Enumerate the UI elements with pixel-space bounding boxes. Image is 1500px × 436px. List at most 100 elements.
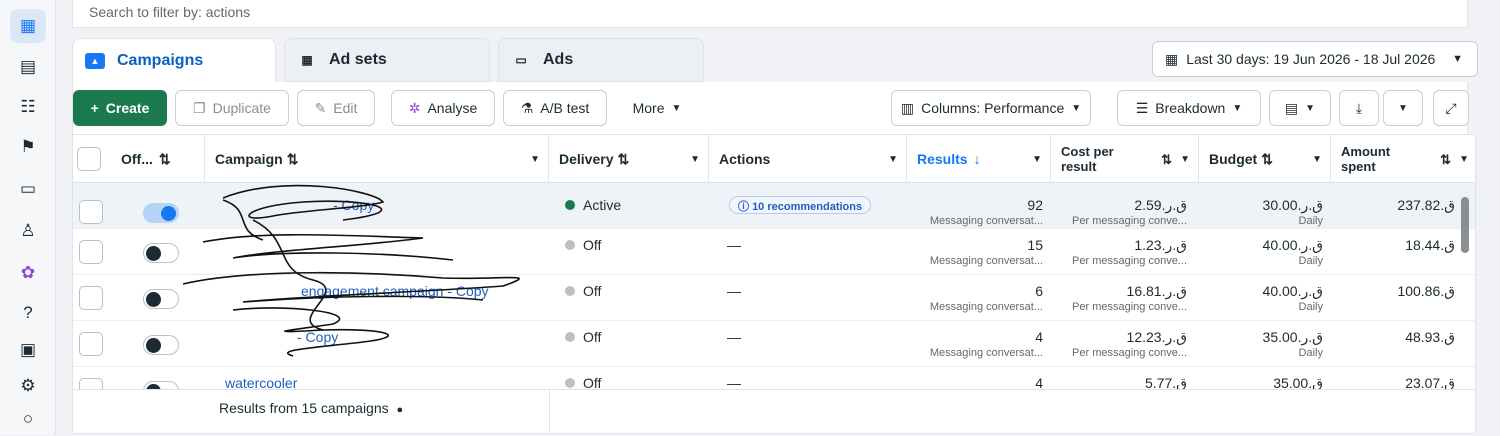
business-suite-icon[interactable]: ▣ [10, 333, 46, 367]
reports-button[interactable]: ▤ ▼ [1269, 90, 1331, 126]
campaign-toggle[interactable] [143, 289, 179, 309]
campaign-name-link[interactable]: - Copy [297, 329, 338, 345]
table-view-icon[interactable]: ▦ [10, 9, 46, 43]
level-tabs: ▲ Campaigns ▦ Ad sets ▭ Ads ▦ Last 30 da… [72, 38, 1478, 82]
chevron-down-icon: ▼ [671, 102, 682, 114]
duplicate-button[interactable]: ❐ Duplicate [175, 90, 289, 126]
column-header-results[interactable]: Results ↓ ▼ [907, 135, 1051, 183]
toolbar: + Create ❐ Duplicate ✎ Edit ✲ Analyse ⚗ … [72, 82, 1469, 134]
settings-gear-icon[interactable]: ⚙ [10, 369, 46, 403]
info-icon[interactable]: ● [397, 404, 404, 416]
budget-period: Daily [1298, 347, 1323, 359]
people-icon[interactable]: ♙ [10, 214, 46, 248]
results-value: 4 [1035, 329, 1043, 345]
table-row[interactable]: - Copy Off — 4 Messaging conversat... 12… [73, 321, 1475, 367]
results-type: Messaging conversat... [929, 301, 1043, 313]
select-all-checkbox[interactable] [77, 147, 101, 171]
chevron-down-icon: ▼ [1032, 153, 1042, 165]
create-button[interactable]: + Create [73, 90, 167, 126]
ad-icon: ▭ [515, 53, 527, 67]
tab-campaigns[interactable]: ▲ Campaigns [72, 38, 276, 82]
tab-ad-sets[interactable]: ▦ Ad sets [284, 38, 490, 82]
table-row[interactable]: Off — 15 Messaging conversat... 1.23.ق.ر… [73, 229, 1475, 275]
export-menu-button[interactable]: ▼ [1383, 90, 1423, 126]
columns-button[interactable]: ▥ Columns: Performance ▼ [891, 90, 1091, 126]
budget-value: 35.00.ق.ر [1262, 329, 1323, 345]
campaigns-table: Off... ⇅ Campaign ⇅ ▼ Delivery ⇅ ▼ Actio… [72, 134, 1476, 434]
more-button[interactable]: More ▼ [617, 90, 697, 126]
toggle-knob [146, 338, 161, 353]
row-checkbox[interactable] [79, 332, 103, 356]
results-type: Messaging conversat... [929, 347, 1043, 359]
delivery-status: Off [565, 283, 601, 299]
row-checkbox[interactable] [79, 240, 103, 264]
cost-per-result-value: 2.59.ق.ر [1134, 197, 1187, 213]
breakdown-icon: ☰ [1135, 99, 1149, 116]
apps-flower-icon[interactable]: ✿ [10, 256, 46, 290]
cost-per-result-type: Per messaging conve... [1072, 215, 1187, 227]
chevron-down-icon: ▼ [888, 153, 898, 165]
flask-icon: ⚗ [520, 99, 534, 116]
recommendations-badge[interactable]: ⓘ 10 recommendations [729, 196, 872, 214]
cost-per-result-value: 12.23.ق.ر [1126, 329, 1187, 345]
budget-period: Daily [1298, 215, 1323, 227]
table-header: Off... ⇅ Campaign ⇅ ▼ Delivery ⇅ ▼ Actio… [73, 135, 1475, 183]
row-checkbox[interactable] [79, 200, 103, 224]
select-all-cell [73, 135, 111, 183]
sort-icon: ⇅ [617, 150, 630, 167]
search-icon[interactable]: ○ [10, 402, 46, 436]
column-header-off[interactable]: Off... ⇅ [111, 135, 205, 183]
column-header-amount-spent[interactable]: Amount spent ⇅ ▼ [1331, 135, 1475, 183]
campaign-toggle[interactable] [143, 243, 179, 263]
billing-card-icon[interactable]: ▭ [10, 172, 46, 206]
campaign-name-link[interactable]: - Copy [333, 197, 374, 213]
budget-value: 40.00.ق.ر [1262, 237, 1323, 253]
sort-descending-icon: ↓ [973, 151, 981, 167]
pages-icon[interactable]: ▤ [10, 50, 46, 84]
results-value: 6 [1035, 283, 1043, 299]
budget-value: 30.00.ق.ر [1262, 197, 1323, 213]
column-header-campaign[interactable]: Campaign ⇅ ▼ [205, 135, 549, 183]
info-icon: ⓘ [738, 201, 749, 213]
reports-icon: ▤ [1284, 99, 1299, 116]
table-footer: Results from 15 campaigns ● [73, 389, 1475, 433]
results-value: 15 [1027, 237, 1043, 253]
analyse-button[interactable]: ✲ Analyse [391, 90, 495, 126]
status-dot-icon [565, 286, 575, 296]
help-icon[interactable]: ? [10, 296, 46, 330]
actions-value: — [727, 329, 741, 345]
sort-icon: ⇅ [1440, 151, 1451, 167]
columns-icon: ▥ [900, 99, 915, 116]
budget-value: 40.00.ق.ر [1262, 283, 1323, 299]
column-header-budget[interactable]: Budget ⇅ ▼ [1199, 135, 1331, 183]
grid-icon: ▦ [301, 53, 313, 67]
search-filter-input[interactable]: Search to filter by: actions [72, 0, 1468, 28]
export-button[interactable]: ⤓ [1339, 90, 1379, 126]
table-row[interactable]: - Copy Active ⓘ 10 recommendations 92 Me… [73, 183, 1475, 229]
campaign-megaphone-icon[interactable]: ⚑ [10, 130, 46, 164]
expand-view-button[interactable]: ⤢ [1433, 90, 1469, 126]
ab-test-button[interactable]: ⚗ A/B test [503, 90, 607, 126]
duplicate-icon: ❐ [193, 99, 206, 116]
campaign-toggle[interactable] [143, 335, 179, 355]
cost-per-result-type: Per messaging conve... [1072, 301, 1187, 313]
audience-icon[interactable]: ☷ [10, 90, 46, 124]
column-header-delivery[interactable]: Delivery ⇅ ▼ [549, 135, 709, 183]
pencil-icon: ✎ [314, 99, 327, 116]
campaign-toggle[interactable] [143, 203, 179, 223]
column-header-actions[interactable]: Actions ▼ [709, 135, 907, 183]
chevron-down-icon: ▼ [1312, 153, 1322, 165]
row-checkbox[interactable] [79, 286, 103, 310]
campaign-name-link[interactable]: engagement campaign - Copy [301, 283, 489, 299]
tab-ads[interactable]: ▭ Ads [498, 38, 704, 82]
footer-divider [549, 390, 550, 433]
chevron-down-icon: ▼ [1305, 102, 1316, 114]
date-range-picker[interactable]: ▦ Last 30 days: 19 Jun 2026 - 18 Jul 202… [1152, 41, 1478, 77]
breakdown-button[interactable]: ☰ Breakdown ▼ [1117, 90, 1261, 126]
edit-button[interactable]: ✎ Edit [297, 90, 375, 126]
column-header-cost-per-result[interactable]: Cost per result ⇅ ▼ [1051, 135, 1199, 183]
status-dot-icon [565, 332, 575, 342]
amount-spent-value: 100.86.ق [1397, 283, 1455, 299]
table-row[interactable]: engagement campaign - Copy Off — 6 Messa… [73, 275, 1475, 321]
table-scrollbar[interactable] [1461, 197, 1469, 253]
